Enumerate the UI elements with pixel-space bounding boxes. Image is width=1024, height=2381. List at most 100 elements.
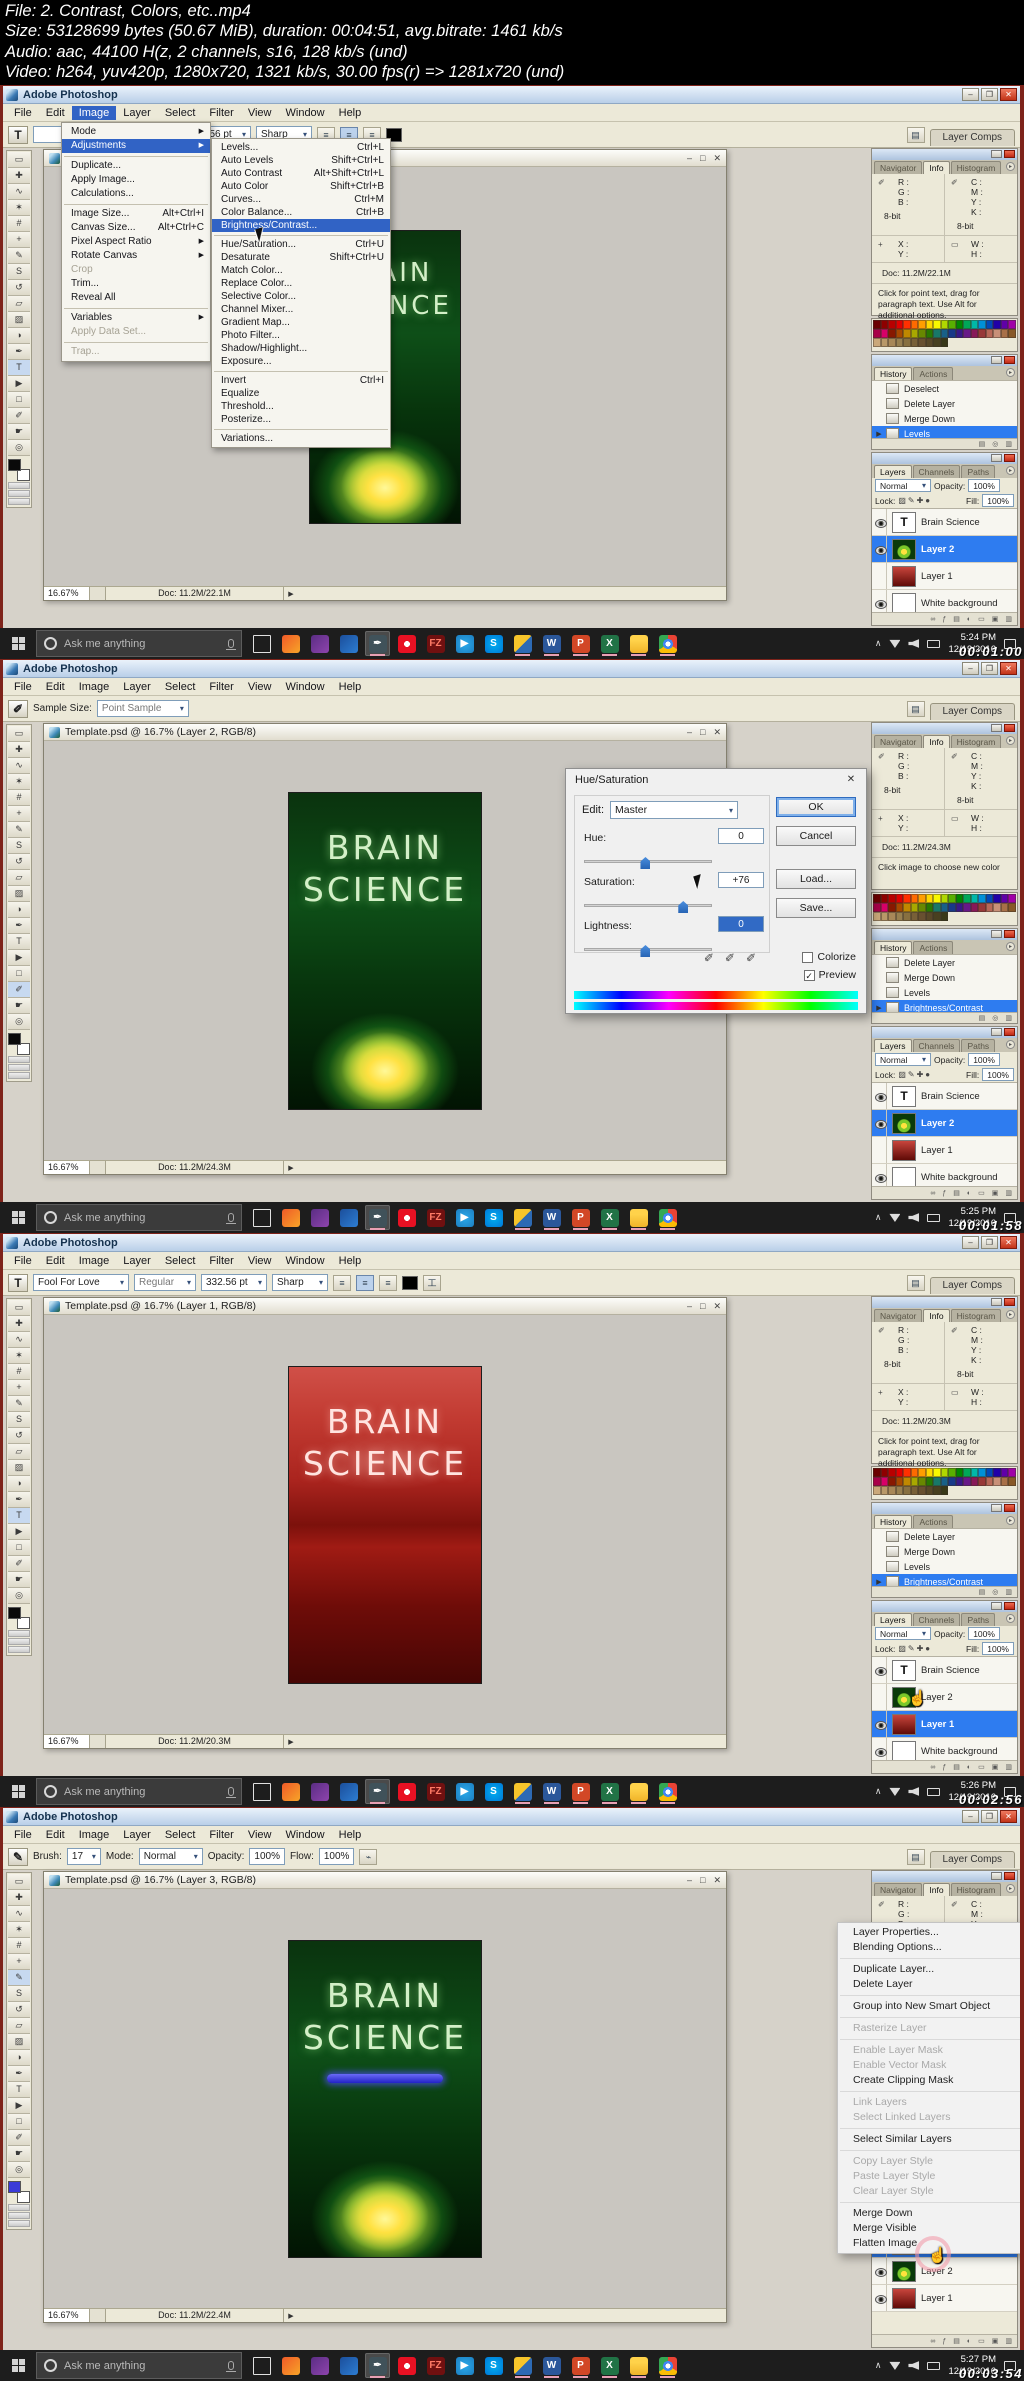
menu-layer[interactable]: Layer — [116, 1828, 158, 1842]
color-swatch[interactable] — [978, 894, 986, 903]
restore-button[interactable]: ❐ — [981, 88, 998, 101]
menu-help[interactable]: Help — [332, 1254, 369, 1268]
opacity-field[interactable]: 100% — [249, 1848, 285, 1865]
skype-icon[interactable]: S — [481, 1205, 506, 1230]
hand-tool-icon[interactable]: ☛ — [8, 1572, 30, 1588]
lock-icon[interactable]: ● — [925, 1070, 930, 1079]
color-swatch[interactable] — [888, 329, 896, 338]
path-select-tool-icon[interactable]: ▶ — [8, 2098, 30, 2114]
context-menu-item[interactable]: Create Clipping Mask — [838, 2073, 1020, 2088]
context-menu-item[interactable] — [838, 2147, 1020, 2154]
lasso-tool-icon[interactable]: ∿ — [8, 1906, 30, 1922]
color-swatch[interactable] — [1000, 329, 1009, 338]
word-icon[interactable]: W — [539, 1205, 564, 1230]
healing-brush-tool-icon[interactable]: + — [8, 1954, 30, 1970]
doc-close-button[interactable]: ✕ — [713, 1301, 721, 1312]
panel-minimize-icon[interactable] — [991, 454, 1002, 462]
filezilla-icon[interactable]: FZ — [423, 2353, 448, 2378]
minimize-button[interactable]: – — [962, 88, 979, 101]
doc-maximize-button[interactable]: □ — [700, 1301, 705, 1312]
anti-alias-select[interactable]: Sharp — [272, 1274, 328, 1291]
font-family-select[interactable]: Fool For Love — [33, 1274, 129, 1291]
layer-thumbnail[interactable] — [892, 1713, 916, 1735]
color-swatch[interactable] — [925, 338, 934, 347]
color-swatch[interactable] — [933, 894, 941, 903]
excel-icon[interactable]: X — [597, 1779, 622, 1804]
layer-row[interactable]: T Brain Science — [872, 509, 1017, 536]
layers-footer-icon[interactable]: ▣ — [992, 1763, 999, 1771]
history-footer-icon[interactable]: ▤ — [979, 1014, 986, 1022]
visibility-eye-icon[interactable] — [872, 1711, 887, 1737]
close-button[interactable]: ✕ — [1000, 88, 1017, 101]
panel-menu-icon[interactable]: ▸ — [1006, 1040, 1015, 1049]
save-button[interactable]: Save... — [776, 898, 856, 918]
color-swatch[interactable] — [910, 338, 919, 347]
history-item[interactable]: ▶ Delete Layer — [872, 955, 1017, 970]
color-swatch[interactable] — [888, 1486, 896, 1495]
tray-chevron-icon[interactable]: ∧ — [875, 1212, 882, 1223]
magic-wand-tool-icon[interactable]: ✶ — [8, 1348, 30, 1364]
screen-mode-buttons[interactable] — [8, 2212, 30, 2219]
color-swatch[interactable] — [873, 329, 881, 338]
brush-tool-icon[interactable]: ✎ — [8, 822, 30, 838]
history-footer-icon[interactable]: ◎ — [992, 1588, 998, 1596]
microphone-icon[interactable] — [226, 2361, 236, 2372]
history-footer-icon[interactable]: ▤ — [979, 440, 986, 448]
marquee-tool-icon[interactable]: ▭ — [8, 152, 30, 168]
type-tool-chip[interactable]: T — [8, 1273, 28, 1292]
photoshop-icon[interactable]: ✒ — [365, 1205, 390, 1230]
color-swatch[interactable] — [940, 912, 949, 921]
color-swatch[interactable] — [880, 1468, 889, 1477]
layer-thumbnail[interactable] — [892, 2260, 916, 2282]
blend-mode-select[interactable]: Normal — [875, 1053, 931, 1066]
menu-item[interactable]: Invert Ctrl+I ▶ — [212, 374, 390, 387]
powerpoint-icon[interactable]: P — [568, 1205, 593, 1230]
color-swatch[interactable] — [925, 329, 934, 338]
doc-maximize-button[interactable]: □ — [700, 1875, 705, 1886]
blend-mode-select[interactable]: Normal — [138, 1848, 203, 1865]
layers-footer-icon[interactable]: ▣ — [992, 1189, 999, 1197]
foreground-color-swatch[interactable] — [8, 1033, 21, 1045]
color-swatch[interactable] — [925, 903, 934, 912]
color-swatch[interactable] — [910, 894, 919, 903]
context-menu-item[interactable]: Blending Options... — [838, 1940, 1020, 1955]
tab-navigator[interactable]: Navigator — [874, 1309, 923, 1322]
layers-footer-icon[interactable]: ▭ — [978, 1763, 985, 1771]
slider-track[interactable] — [584, 945, 712, 957]
flow-field[interactable]: 100% — [318, 1848, 355, 1865]
eyedropper-tool-icon[interactable]: ✐ — [8, 2130, 30, 2146]
layers-footer-icon[interactable]: ▥ — [1005, 1763, 1012, 1771]
layer-thumbnail[interactable]: T — [892, 511, 916, 533]
color-swatch[interactable] — [895, 1486, 904, 1495]
menu-item[interactable]: Selective Color... ▶ — [212, 290, 390, 303]
zoom-level-field[interactable]: 16.67% — [44, 587, 90, 600]
type-tool-icon[interactable]: T — [8, 1508, 30, 1524]
menu-item[interactable]: Hue/Saturation... Ctrl+U ▶ — [212, 238, 390, 251]
move-tool-icon[interactable]: ✚ — [8, 742, 30, 758]
color-swatch[interactable] — [903, 1468, 911, 1477]
menu-help[interactable]: Help — [332, 1828, 369, 1842]
eyedropper-tool-chip[interactable]: ✐ — [8, 699, 28, 718]
app-icon-blue-shield[interactable] — [336, 1205, 361, 1230]
eyedropper-tool-icon[interactable]: ✐ — [8, 982, 30, 998]
battery-icon[interactable] — [927, 639, 941, 648]
menu-filter[interactable]: Filter — [202, 1828, 240, 1842]
color-swatch[interactable] — [970, 894, 979, 903]
panel-close-icon[interactable] — [1004, 1504, 1015, 1512]
menu-image[interactable]: Image — [71, 105, 117, 120]
document-titlebar[interactable]: Template.psd @ 16.7% (Layer 2, RGB/8) – … — [44, 724, 726, 741]
color-swatch[interactable] — [1008, 903, 1016, 912]
menu-window[interactable]: Window — [279, 106, 332, 120]
color-swatch[interactable] — [903, 903, 911, 912]
history-item[interactable]: ▶ Merge Down — [872, 970, 1017, 985]
menu-select[interactable]: Select — [158, 1254, 203, 1268]
filezilla-icon[interactable]: FZ — [423, 1779, 448, 1804]
history-footer-icon[interactable]: ◎ — [992, 1014, 998, 1022]
imageready-button[interactable] — [8, 498, 30, 505]
color-swatch[interactable] — [1008, 329, 1016, 338]
context-menu-item[interactable]: Layer Properties... — [838, 1925, 1020, 1940]
context-menu-item[interactable] — [838, 2014, 1020, 2021]
eyedropper-tool-icon[interactable]: ✐ — [8, 408, 30, 424]
color-swatch[interactable] — [948, 320, 956, 329]
palette-well-icon[interactable]: ▤ — [906, 1274, 925, 1291]
